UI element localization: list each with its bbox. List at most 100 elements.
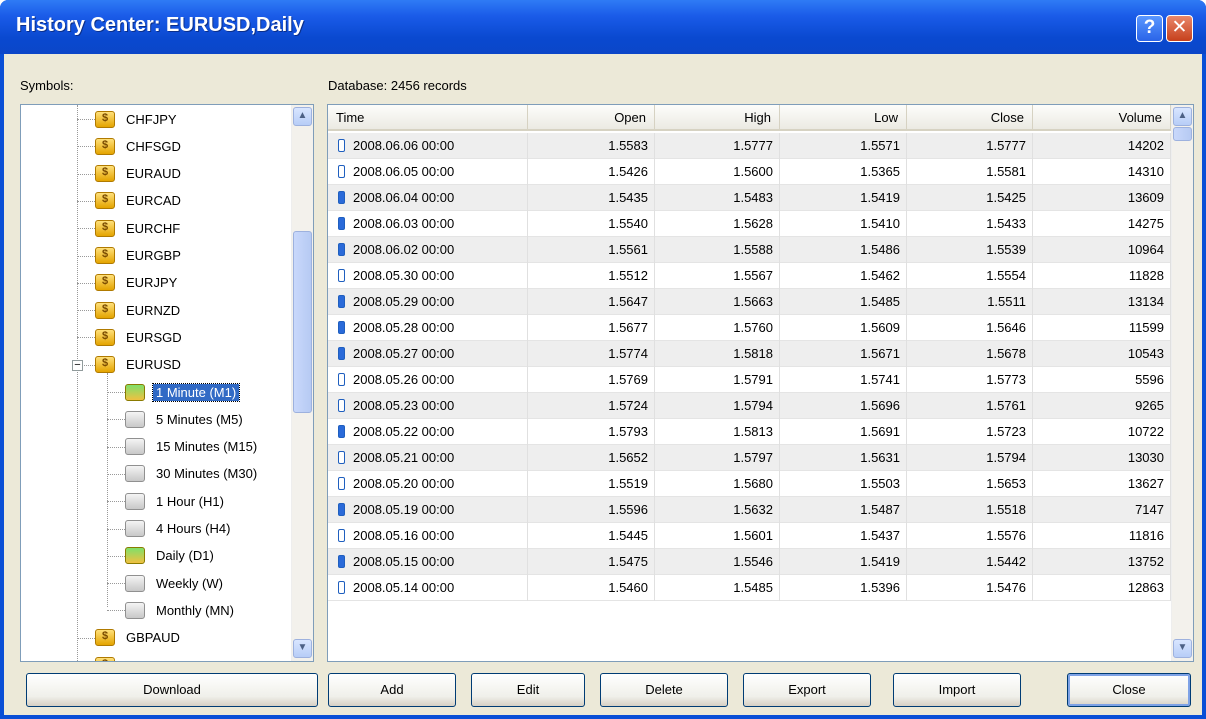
table-row[interactable]: 2008.06.04 00:00 1.5435 1.5483 1.5419 1.5425…: [328, 185, 1171, 211]
symbol-item[interactable]: EURNZD: [95, 298, 183, 322]
cell-open: 1.5561: [528, 237, 655, 263]
cell-text: 1.5518: [986, 502, 1026, 517]
table-row[interactable]: 2008.05.14 00:00 1.5460 1.5485 1.5396 1.5476…: [328, 575, 1171, 601]
table-row[interactable]: 2008.05.28 00:00 1.5677 1.5760 1.5609 1.5646…: [328, 315, 1171, 341]
table-row[interactable]: 2008.05.22 00:00 1.5793 1.5813 1.5691 1.5723…: [328, 419, 1171, 445]
table-row[interactable]: 2008.06.03 00:00 1.5540 1.5628 1.5410 1.5433…: [328, 211, 1171, 237]
help-button[interactable]: ?: [1136, 15, 1163, 42]
currency-symbol-icon: [95, 274, 115, 292]
cell-text: 1.5680: [733, 476, 773, 491]
table-scrollbar[interactable]: ▲ ▼: [1171, 105, 1193, 661]
table-row[interactable]: 2008.05.30 00:00 1.5512 1.5567 1.5462 1.5554…: [328, 263, 1171, 289]
edit-button[interactable]: Edit: [471, 673, 585, 707]
column-header-open[interactable]: Open: [528, 105, 655, 131]
timeframe-item[interactable]: 1 Minute (M1): [125, 380, 241, 404]
table-row[interactable]: 2008.05.29 00:00 1.5647 1.5663 1.5485 1.5511…: [328, 289, 1171, 315]
table-row[interactable]: 2008.05.26 00:00 1.5769 1.5791 1.5741 1.5773…: [328, 367, 1171, 393]
cell-volume: 14275: [1033, 211, 1171, 237]
cell-time: 2008.06.03 00:00: [328, 211, 528, 237]
import-button[interactable]: Import: [893, 673, 1021, 707]
cell-text: 2008.05.22 00:00: [353, 424, 455, 439]
add-button[interactable]: Add: [328, 673, 456, 707]
cell-high: 1.5483: [655, 185, 780, 211]
symbol-item[interactable]: EURCAD: [95, 189, 184, 213]
delete-button[interactable]: Delete: [600, 673, 728, 707]
title-bar[interactable]: History Center: EURUSD,Daily ? ✕: [0, 0, 1206, 54]
tree-scrollbar[interactable]: ▲ ▼: [291, 105, 313, 661]
cell-close: 1.5777: [907, 133, 1033, 159]
symbol-item[interactable]: GBPCAD: [95, 653, 184, 661]
table-row[interactable]: 2008.05.27 00:00 1.5774 1.5818 1.5671 1.5678…: [328, 341, 1171, 367]
timeframe-item[interactable]: 30 Minutes (M30): [125, 462, 260, 486]
timeframe-item[interactable]: 5 Minutes (M5): [125, 407, 246, 431]
table-row[interactable]: 2008.05.21 00:00 1.5652 1.5797 1.5631 1.5794…: [328, 445, 1171, 471]
timeframe-item[interactable]: Daily (D1): [125, 544, 217, 568]
column-header-high[interactable]: High: [655, 105, 780, 131]
close-window-button[interactable]: ✕: [1166, 15, 1193, 42]
symbol-item[interactable]: EURCHF: [95, 216, 183, 240]
cell-text: 1.5818: [733, 346, 773, 361]
table-row[interactable]: 2008.06.06 00:00 1.5583 1.5777 1.5571 1.5777…: [328, 133, 1171, 159]
symbol-label: EURJPY: [126, 275, 178, 291]
cell-low: 1.5487: [780, 497, 907, 523]
table-scroll-down-button[interactable]: ▼: [1173, 639, 1192, 658]
symbol-item[interactable]: EURAUD: [95, 162, 184, 186]
cell-text: 1.5485: [860, 294, 900, 309]
timeframe-item[interactable]: 1 Hour (H1): [125, 489, 227, 513]
cell-open: 1.5445: [528, 523, 655, 549]
cell-volume: 11816: [1033, 523, 1171, 549]
history-table[interactable]: Time Open High Low Close Volume ▲ ▼ 2008.06.0…: [327, 104, 1194, 662]
column-header-time[interactable]: Time: [328, 105, 528, 131]
cell-text: 1.5476: [986, 580, 1026, 595]
cell-text: 2008.05.14 00:00: [353, 580, 455, 595]
symbol-item[interactable]: EURUSD: [95, 353, 184, 377]
table-row[interactable]: 2008.06.02 00:00 1.5561 1.5588 1.5486 1.5539…: [328, 237, 1171, 263]
close-button[interactable]: Close: [1067, 673, 1191, 707]
table-row[interactable]: 2008.05.23 00:00 1.5724 1.5794 1.5696 1.5761…: [328, 393, 1171, 419]
cell-text: 1.5462: [860, 268, 900, 283]
tree-scroll-up-button[interactable]: ▲: [293, 107, 312, 126]
table-row[interactable]: 2008.06.05 00:00 1.5426 1.5600 1.5365 1.5581…: [328, 159, 1171, 185]
table-row[interactable]: 2008.05.16 00:00 1.5445 1.5601 1.5437 1.5576…: [328, 523, 1171, 549]
collapse-expander-icon[interactable]: −: [72, 359, 83, 371]
cell-low: 1.5419: [780, 549, 907, 575]
timeframe-item[interactable]: 15 Minutes (M15): [125, 435, 260, 459]
column-header-volume[interactable]: Volume: [1033, 105, 1171, 131]
tree-scroll-thumb[interactable]: [293, 231, 312, 413]
symbol-item[interactable]: CHFJPY: [95, 107, 180, 131]
cell-text: 1.5485: [733, 580, 773, 595]
symbol-item[interactable]: EURGBP: [95, 244, 184, 268]
cell-text: 2008.05.21 00:00: [353, 450, 455, 465]
cell-text: 1.5647: [608, 294, 648, 309]
cell-open: 1.5774: [528, 341, 655, 367]
symbol-label: EURCHF: [126, 220, 181, 236]
database-label: Database: 2456 records: [328, 78, 467, 93]
symbol-item[interactable]: EURSGD: [95, 325, 185, 349]
symbol-item[interactable]: EURJPY: [95, 271, 180, 295]
cell-text: 1.5419: [860, 554, 900, 569]
tree-connector-line: [77, 255, 95, 257]
cell-text: 2008.06.04 00:00: [353, 190, 455, 205]
table-row[interactable]: 2008.05.19 00:00 1.5596 1.5632 1.5487 1.5518…: [328, 497, 1171, 523]
export-button[interactable]: Export: [743, 673, 871, 707]
symbols-tree[interactable]: ▲ ▼ CHFJPY CHFSGD EURAUD EURCAD EURCHF EURGBP…: [20, 104, 314, 662]
table-scroll-thumb[interactable]: [1173, 127, 1192, 141]
cell-open: 1.5652: [528, 445, 655, 471]
table-row[interactable]: 2008.05.15 00:00 1.5475 1.5546 1.5419 1.5442…: [328, 549, 1171, 575]
symbol-item[interactable]: CHFSGD: [95, 134, 184, 158]
cell-close: 1.5581: [907, 159, 1033, 185]
column-header-low[interactable]: Low: [780, 105, 907, 131]
symbol-item[interactable]: GBPAUD: [95, 626, 183, 650]
table-row[interactable]: 2008.05.20 00:00 1.5519 1.5680 1.5503 1.5653…: [328, 471, 1171, 497]
bearish-candle-icon: [338, 243, 345, 256]
cell-text: 1.5410: [860, 216, 900, 231]
cell-text: 1.5540: [608, 216, 648, 231]
column-header-close[interactable]: Close: [907, 105, 1033, 131]
table-scroll-up-button[interactable]: ▲: [1173, 107, 1192, 126]
tree-scroll-down-button[interactable]: ▼: [293, 639, 312, 658]
cell-text: 1.5677: [608, 320, 648, 335]
timeframe-item[interactable]: 4 Hours (H4): [125, 517, 233, 541]
timeframe-item[interactable]: Weekly (W): [125, 571, 226, 595]
timeframe-item[interactable]: Monthly (MN): [125, 598, 237, 622]
download-button[interactable]: Download: [26, 673, 318, 707]
